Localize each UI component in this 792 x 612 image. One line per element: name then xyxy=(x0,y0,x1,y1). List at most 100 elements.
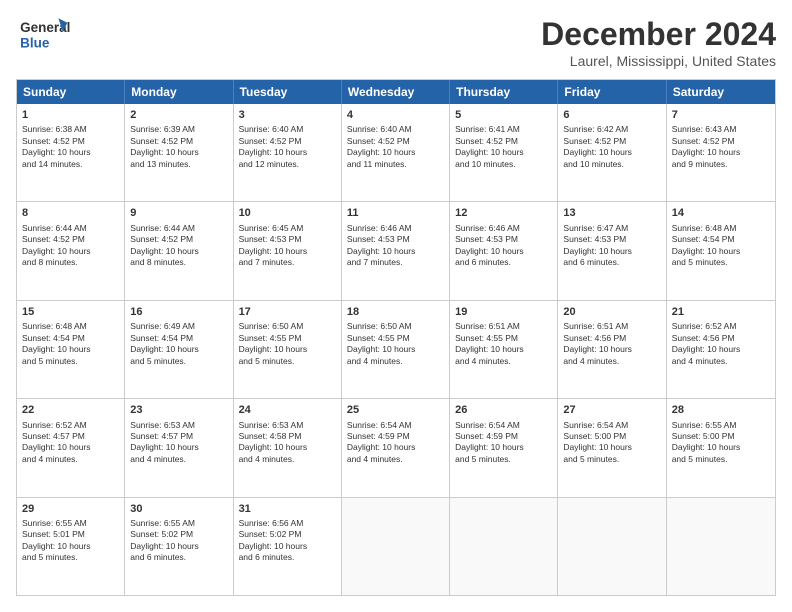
cell-line: Daylight: 10 hours xyxy=(239,147,336,158)
cell-line: and 4 minutes. xyxy=(130,454,227,465)
cell-line: Daylight: 10 hours xyxy=(347,147,444,158)
cell-line: and 12 minutes. xyxy=(239,159,336,170)
day-number: 20 xyxy=(563,305,660,319)
day-number: 10 xyxy=(239,206,336,220)
cell-line: and 5 minutes. xyxy=(22,356,119,367)
cell-line: Daylight: 10 hours xyxy=(239,246,336,257)
cell-line: Sunset: 4:56 PM xyxy=(563,333,660,344)
cell-line: and 5 minutes. xyxy=(455,454,552,465)
cell-line: Sunrise: 6:41 AM xyxy=(455,124,552,135)
cell-line: Sunrise: 6:44 AM xyxy=(22,223,119,234)
cell-line: Daylight: 10 hours xyxy=(455,442,552,453)
cell-line: Sunset: 4:52 PM xyxy=(347,136,444,147)
cell-line: and 4 minutes. xyxy=(239,454,336,465)
day-number: 29 xyxy=(22,502,119,516)
calendar-cell: 26Sunrise: 6:54 AMSunset: 4:59 PMDayligh… xyxy=(450,399,558,496)
calendar-cell: 17Sunrise: 6:50 AMSunset: 4:55 PMDayligh… xyxy=(234,301,342,398)
title-area: December 2024 Laurel, Mississippi, Unite… xyxy=(541,16,776,69)
cell-line: Daylight: 10 hours xyxy=(455,246,552,257)
day-number: 19 xyxy=(455,305,552,319)
day-number: 2 xyxy=(130,108,227,122)
calendar-cell: 6Sunrise: 6:42 AMSunset: 4:52 PMDaylight… xyxy=(558,104,666,201)
day-number: 13 xyxy=(563,206,660,220)
cell-line: Sunset: 4:59 PM xyxy=(455,431,552,442)
cell-line: Daylight: 10 hours xyxy=(672,147,770,158)
day-number: 12 xyxy=(455,206,552,220)
cell-line: and 6 minutes. xyxy=(455,257,552,268)
cell-line: Daylight: 10 hours xyxy=(563,246,660,257)
cell-line: Daylight: 10 hours xyxy=(455,344,552,355)
calendar-cell: 3 Sunrise: 6:40 AMSunset: 4:52 PMDaylight… xyxy=(234,104,342,201)
cell-line: Sunset: 4:52 PM xyxy=(22,234,119,245)
calendar-body: 1Sunrise: 6:38 AMSunset: 4:52 PMDaylight… xyxy=(17,104,775,595)
cell-line: Sunrise: 6:51 AM xyxy=(455,321,552,332)
cell-line: Sunset: 4:52 PM xyxy=(239,136,336,147)
calendar-cell: 16Sunrise: 6:49 AMSunset: 4:54 PMDayligh… xyxy=(125,301,233,398)
cell-line: and 5 minutes. xyxy=(672,257,770,268)
day-number: 7 xyxy=(672,108,770,122)
calendar-cell: 12Sunrise: 6:46 AMSunset: 4:53 PMDayligh… xyxy=(450,202,558,299)
cell-line: and 8 minutes. xyxy=(130,257,227,268)
day-number: 30 xyxy=(130,502,227,516)
cell-line: Sunset: 4:59 PM xyxy=(347,431,444,442)
calendar-header-day: Saturday xyxy=(667,80,775,104)
cell-line: Sunset: 4:52 PM xyxy=(130,136,227,147)
calendar-header-day: Wednesday xyxy=(342,80,450,104)
cell-line: and 14 minutes. xyxy=(22,159,119,170)
cell-line: Sunrise: 6:50 AM xyxy=(239,321,336,332)
day-number: 15 xyxy=(22,305,119,319)
day-number: 3 xyxy=(239,108,336,122)
cell-line: Sunrise: 6:53 AM xyxy=(239,420,336,431)
cell-line: Sunrise: 6:49 AM xyxy=(130,321,227,332)
cell-line: and 10 minutes. xyxy=(563,159,660,170)
calendar-header-day: Tuesday xyxy=(234,80,342,104)
calendar-cell: 29Sunrise: 6:55 AMSunset: 5:01 PMDayligh… xyxy=(17,498,125,595)
cell-line: Sunrise: 6:55 AM xyxy=(130,518,227,529)
cell-line: and 4 minutes. xyxy=(563,356,660,367)
cell-line: Sunrise: 6:56 AM xyxy=(239,518,336,529)
cell-line: and 5 minutes. xyxy=(672,454,770,465)
cell-line: and 4 minutes. xyxy=(347,356,444,367)
cell-line: Sunset: 4:54 PM xyxy=(22,333,119,344)
cell-line: Sunrise: 6:40 AM xyxy=(239,124,336,135)
calendar-cell: 22Sunrise: 6:52 AMSunset: 4:57 PMDayligh… xyxy=(17,399,125,496)
cell-line: Sunrise: 6:43 AM xyxy=(672,124,770,135)
header: General Blue December 2024 Laurel, Missi… xyxy=(16,16,776,69)
cell-line: Sunset: 4:54 PM xyxy=(672,234,770,245)
cell-line: and 7 minutes. xyxy=(239,257,336,268)
calendar-week-row: 1Sunrise: 6:38 AMSunset: 4:52 PMDaylight… xyxy=(17,104,775,202)
day-number: 28 xyxy=(672,403,770,417)
cell-line: Daylight: 10 hours xyxy=(347,246,444,257)
cell-line: Daylight: 10 hours xyxy=(347,442,444,453)
cell-line: Sunset: 4:55 PM xyxy=(239,333,336,344)
calendar-cell: 4Sunrise: 6:40 AMSunset: 4:52 PMDaylight… xyxy=(342,104,450,201)
cell-line: Daylight: 10 hours xyxy=(563,344,660,355)
cell-line: and 13 minutes. xyxy=(130,159,227,170)
cell-line: and 4 minutes. xyxy=(672,356,770,367)
cell-line: Sunset: 4:58 PM xyxy=(239,431,336,442)
cell-line: Daylight: 10 hours xyxy=(22,147,119,158)
day-number: 21 xyxy=(672,305,770,319)
cell-line: Sunrise: 6:44 AM xyxy=(130,223,227,234)
calendar-header-day: Thursday xyxy=(450,80,558,104)
cell-line: Daylight: 10 hours xyxy=(22,442,119,453)
cell-line: Sunrise: 6:48 AM xyxy=(22,321,119,332)
calendar-week-row: 22Sunrise: 6:52 AMSunset: 4:57 PMDayligh… xyxy=(17,399,775,497)
cell-line: and 5 minutes. xyxy=(130,356,227,367)
cell-line: Sunset: 5:00 PM xyxy=(563,431,660,442)
day-number: 22 xyxy=(22,403,119,417)
calendar-cell: 18Sunrise: 6:50 AMSunset: 4:55 PMDayligh… xyxy=(342,301,450,398)
cell-line: Sunset: 4:53 PM xyxy=(455,234,552,245)
page: General Blue December 2024 Laurel, Missi… xyxy=(0,0,792,612)
calendar-cell: 28Sunrise: 6:55 AMSunset: 5:00 PMDayligh… xyxy=(667,399,775,496)
calendar-cell: 10Sunrise: 6:45 AMSunset: 4:53 PMDayligh… xyxy=(234,202,342,299)
cell-line: Sunrise: 6:50 AM xyxy=(347,321,444,332)
calendar-cell xyxy=(558,498,666,595)
cell-line: Sunset: 4:57 PM xyxy=(130,431,227,442)
calendar-cell: 27Sunrise: 6:54 AMSunset: 5:00 PMDayligh… xyxy=(558,399,666,496)
calendar-cell: 31Sunrise: 6:56 AMSunset: 5:02 PMDayligh… xyxy=(234,498,342,595)
cell-line: Sunrise: 6:52 AM xyxy=(672,321,770,332)
cell-line: and 4 minutes. xyxy=(22,454,119,465)
day-number: 31 xyxy=(239,502,336,516)
calendar-cell: 8Sunrise: 6:44 AMSunset: 4:52 PMDaylight… xyxy=(17,202,125,299)
